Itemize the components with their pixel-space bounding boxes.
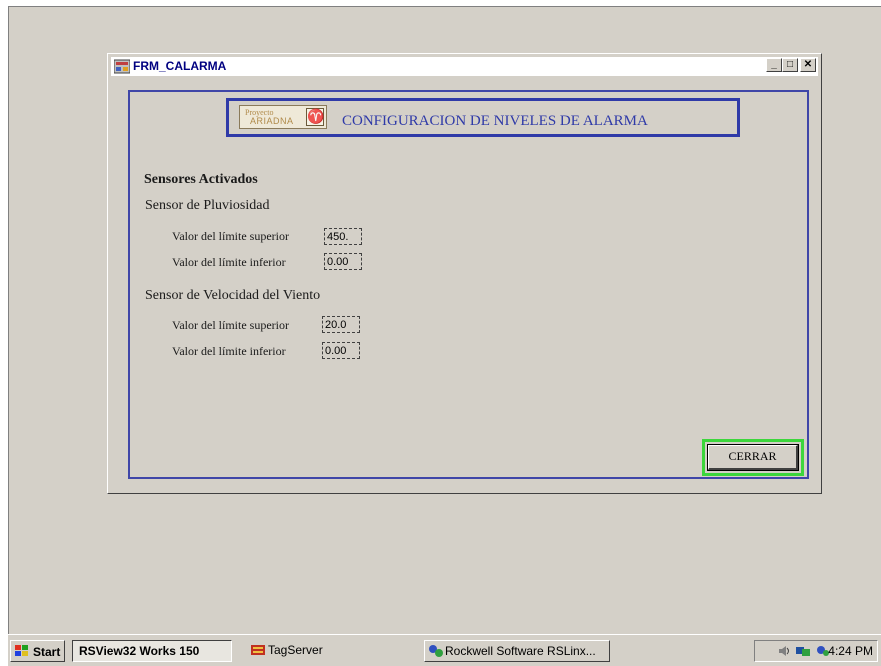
- task-tagserver[interactable]: TagServer: [248, 640, 408, 662]
- maximize-icon: □: [786, 59, 794, 70]
- pluviosidad-lower-input[interactable]: 0.00: [324, 253, 362, 270]
- task-rsview32[interactable]: RSView32 Works 150: [72, 640, 232, 662]
- sensor-pluviosidad-title: Sensor de Pluviosidad: [145, 198, 270, 213]
- network-icon[interactable]: [795, 644, 811, 658]
- app-window-icon: [114, 59, 130, 74]
- pluviosidad-upper-label: Valor del límite superior: [172, 229, 289, 243]
- minimize-icon: _: [771, 59, 777, 70]
- task-rsview32-label: RSView32 Works 150: [79, 644, 200, 658]
- logo-line2: ARIADNA: [250, 116, 294, 126]
- task-rslinx[interactable]: Rockwell Software RSLinx...: [424, 640, 610, 662]
- maximize-button[interactable]: □: [782, 58, 798, 72]
- sensor-viento-title: Sensor de Velocidad del Viento: [145, 288, 321, 303]
- window-title: FRM_CALARMA: [133, 59, 227, 73]
- ariadna-logo: Proyecto ARIADNA ♈: [239, 105, 327, 129]
- windows-logo-icon: [15, 645, 28, 656]
- form-panel-border: [128, 90, 809, 479]
- viento-lower-label: Valor del límite inferior: [172, 344, 286, 358]
- clock[interactable]: 4:24 PM: [828, 644, 873, 658]
- logo-mark-icon: ♈: [306, 108, 325, 126]
- page-title: CONFIGURACION DE NIVELES DE ALARMA: [342, 113, 648, 129]
- start-button[interactable]: Start: [10, 640, 66, 662]
- viento-lower-input[interactable]: 0.00: [322, 342, 360, 359]
- tagserver-icon: [251, 645, 265, 655]
- close-window-button[interactable]: ✕: [800, 58, 816, 72]
- minimize-button[interactable]: _: [766, 58, 782, 72]
- taskbar: Start RSView32 Works 150 TagServer Rockw…: [8, 634, 881, 666]
- window-controls: _ □ ✕: [766, 58, 816, 74]
- start-label: Start: [33, 645, 61, 659]
- pluviosidad-upper-input[interactable]: 450.: [324, 228, 362, 245]
- pluviosidad-lower-label: Valor del límite inferior: [172, 255, 286, 269]
- cerrar-button[interactable]: CERRAR: [707, 444, 799, 471]
- viento-upper-input[interactable]: 20.0: [322, 316, 360, 333]
- rslinx-icon: [429, 645, 443, 657]
- viento-upper-label: Valor del límite superior: [172, 318, 289, 332]
- task-rslinx-label: Rockwell Software RSLinx...: [445, 644, 596, 658]
- speaker-icon[interactable]: [777, 644, 791, 658]
- title-bar[interactable]: FRM_CALARMA _ □ ✕: [111, 57, 818, 76]
- close-icon: ✕: [803, 59, 813, 70]
- task-tagserver-label: TagServer: [268, 643, 323, 657]
- section-title: Sensores Activados: [144, 172, 258, 187]
- system-tray: 4:24 PM: [754, 640, 878, 662]
